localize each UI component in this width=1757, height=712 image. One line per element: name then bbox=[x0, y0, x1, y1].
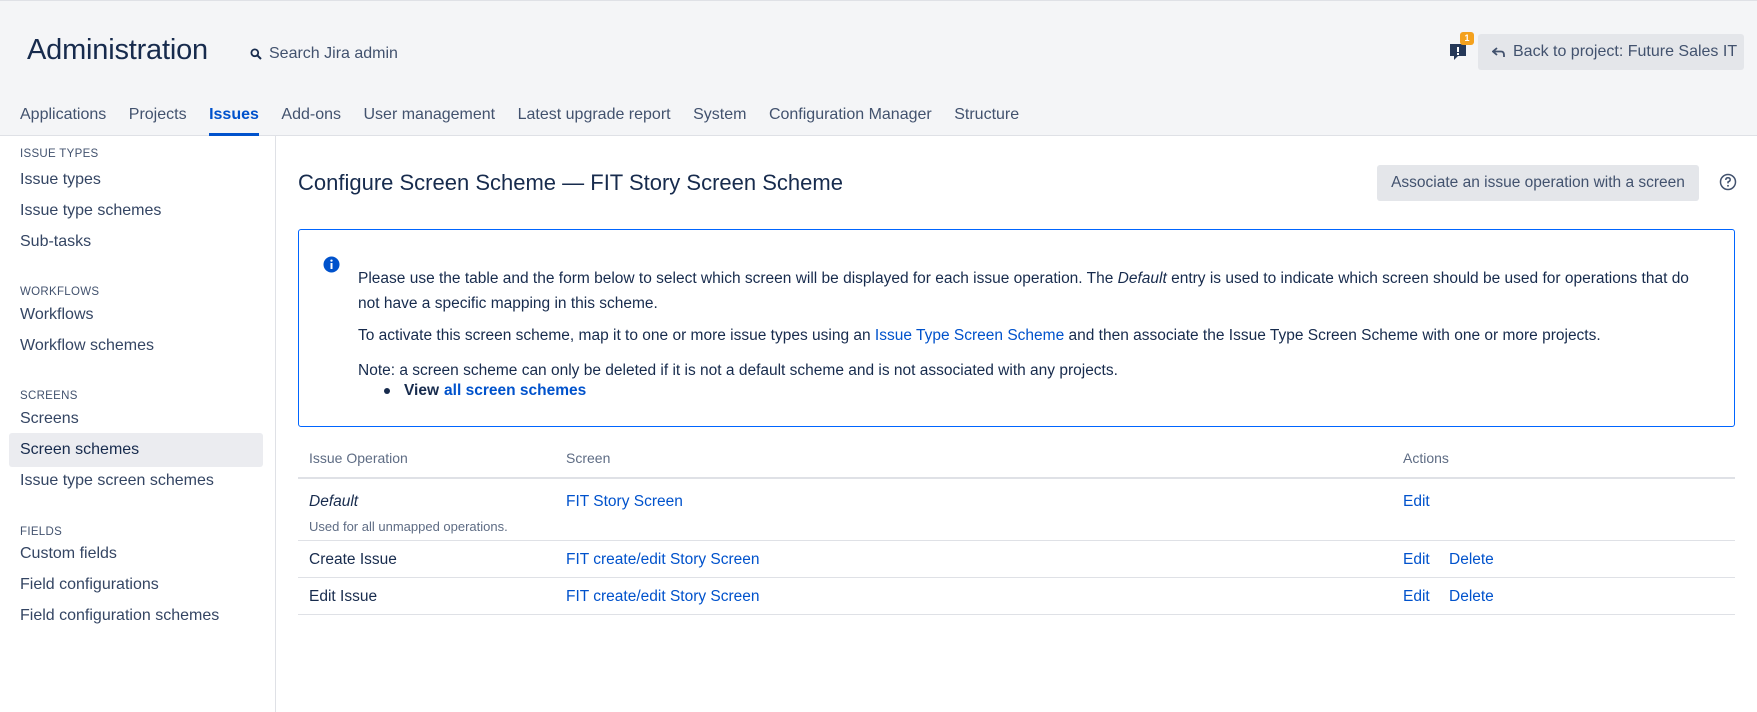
sidebar-heading-workflows: WORKFLOWS bbox=[20, 286, 100, 298]
sidebar-item-issue-type-schemes[interactable]: Issue type schemes bbox=[9, 194, 263, 228]
table-row: Edit Issue FIT create/edit Story Screen … bbox=[298, 578, 1735, 615]
back-to-project-button[interactable]: Back to project: Future Sales IT bbox=[1478, 34, 1744, 70]
operation-name: Create Issue bbox=[309, 551, 397, 568]
operation-name: Default bbox=[309, 493, 359, 510]
tab-user-management[interactable]: User management bbox=[363, 98, 495, 136]
back-to-project-label: Back to project: Future Sales IT bbox=[1513, 43, 1738, 60]
edit-link[interactable]: Edit bbox=[1403, 551, 1430, 569]
table-row: Default Used for all unmapped operations… bbox=[298, 479, 1735, 541]
notification-icon bbox=[1450, 44, 1466, 60]
info-message: Please use the table and the form below … bbox=[298, 229, 1735, 427]
tab-configuration-manager[interactable]: Configuration Manager bbox=[769, 98, 932, 136]
search-label: Search Jira admin bbox=[269, 45, 398, 62]
info-text: and then associate the Issue Type Screen… bbox=[1064, 327, 1601, 344]
all-screen-schemes-link[interactable]: all screen schemes bbox=[444, 382, 586, 400]
tab-structure[interactable]: Structure bbox=[954, 98, 1019, 136]
issue-type-screen-scheme-link[interactable]: Issue Type Screen Scheme bbox=[875, 327, 1064, 344]
admin-header: Administration Search Jira admin 1 Back … bbox=[0, 0, 1757, 136]
info-default-emphasis: Default bbox=[1117, 270, 1167, 287]
operation-name: Edit Issue bbox=[309, 588, 378, 605]
search-icon bbox=[250, 48, 262, 60]
sidebar-item-field-configurations[interactable]: Field configurations bbox=[9, 568, 263, 602]
header-issue-operation: Issue Operation bbox=[309, 450, 408, 466]
sidebar-item-screen-schemes[interactable]: Screen schemes bbox=[9, 433, 263, 467]
info-paragraph-default: Please use the table and the form below … bbox=[358, 266, 1704, 316]
tab-add-ons[interactable]: Add-ons bbox=[281, 98, 341, 136]
edit-link[interactable]: Edit bbox=[1403, 588, 1430, 606]
operation-description: Used for all unmapped operations. bbox=[309, 519, 508, 534]
sidebar-item-issue-type-screen-schemes[interactable]: Issue type screen schemes bbox=[9, 464, 263, 498]
sidebar-item-field-configuration-schemes[interactable]: Field configuration schemes bbox=[9, 599, 263, 633]
tab-applications[interactable]: Applications bbox=[20, 98, 106, 136]
page-title: Configure Screen Scheme — FIT Story Scre… bbox=[298, 170, 843, 195]
info-paragraph-note: Note: a screen scheme can only be delete… bbox=[358, 362, 1118, 379]
edit-link[interactable]: Edit bbox=[1403, 493, 1430, 511]
header-actions: Actions bbox=[1403, 450, 1449, 466]
back-arrow-icon bbox=[1492, 46, 1505, 57]
sidebar-heading-issue-types: ISSUE TYPES bbox=[20, 148, 99, 160]
table-row: Create Issue FIT create/edit Story Scree… bbox=[298, 541, 1735, 578]
header-screen: Screen bbox=[566, 450, 611, 466]
sidebar-item-screens[interactable]: Screens bbox=[9, 402, 263, 436]
info-paragraph-activate: To activate this screen scheme, map it t… bbox=[358, 323, 1704, 348]
admin-top-nav: Applications Projects Issues Add-ons Use… bbox=[0, 98, 1042, 136]
sidebar-item-workflow-schemes[interactable]: Workflow schemes bbox=[9, 329, 263, 363]
associate-operation-button[interactable]: Associate an issue operation with a scre… bbox=[1377, 165, 1699, 201]
sidebar-item-issue-types[interactable]: Issue types bbox=[9, 163, 263, 197]
admin-sidebar: ISSUE TYPES Issue types Issue type schem… bbox=[0, 136, 276, 712]
sidebar-item-custom-fields[interactable]: Custom fields bbox=[9, 537, 263, 571]
notifications-button[interactable]: 1 bbox=[1448, 32, 1474, 63]
screen-link[interactable]: FIT create/edit Story Screen bbox=[566, 551, 760, 569]
info-text: Please use the table and the form below … bbox=[358, 270, 1118, 287]
screen-link[interactable]: FIT Story Screen bbox=[566, 493, 683, 511]
view-all-bullet: View all screen schemes bbox=[384, 382, 586, 400]
tab-projects[interactable]: Projects bbox=[129, 98, 187, 136]
tab-system[interactable]: System bbox=[693, 98, 746, 136]
sidebar-item-workflows[interactable]: Workflows bbox=[9, 298, 263, 332]
info-text: To activate this screen scheme, map it t… bbox=[358, 327, 875, 344]
tab-issues[interactable]: Issues bbox=[209, 98, 259, 136]
view-label: View bbox=[404, 382, 440, 399]
delete-link[interactable]: Delete bbox=[1449, 588, 1494, 606]
delete-link[interactable]: Delete bbox=[1449, 551, 1494, 569]
info-icon bbox=[323, 256, 340, 273]
search-admin[interactable]: Search Jira admin bbox=[250, 43, 398, 65]
help-icon[interactable] bbox=[1719, 173, 1737, 191]
admin-title: Administration bbox=[27, 34, 208, 66]
bullet-dot bbox=[384, 388, 390, 394]
sidebar-heading-screens: SCREENS bbox=[20, 390, 78, 402]
sidebar-item-sub-tasks[interactable]: Sub-tasks bbox=[9, 225, 263, 259]
tab-latest-upgrade-report[interactable]: Latest upgrade report bbox=[518, 98, 671, 136]
notification-count-badge: 1 bbox=[1460, 32, 1474, 45]
screen-link[interactable]: FIT create/edit Story Screen bbox=[566, 588, 760, 606]
